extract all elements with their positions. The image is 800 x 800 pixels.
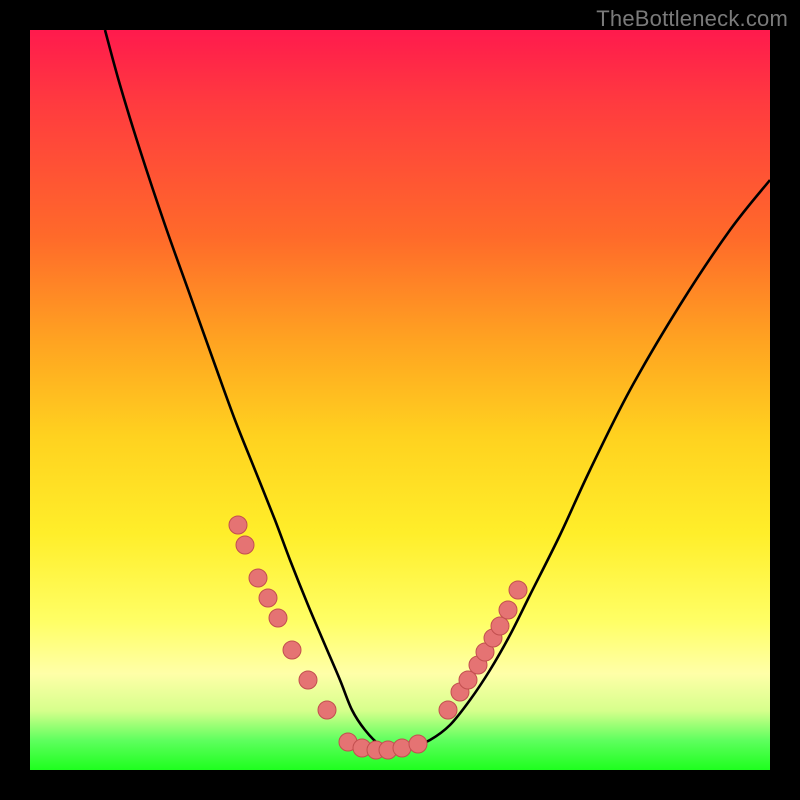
bottleneck-curve bbox=[105, 30, 770, 750]
plot-area bbox=[30, 30, 770, 770]
outer-frame: TheBottleneck.com bbox=[0, 0, 800, 800]
highlight-dot bbox=[236, 536, 254, 554]
highlight-dot bbox=[409, 735, 427, 753]
highlight-dot bbox=[491, 617, 509, 635]
highlight-dot bbox=[393, 739, 411, 757]
highlight-dot bbox=[299, 671, 317, 689]
highlight-dots bbox=[229, 516, 527, 759]
highlight-dot bbox=[509, 581, 527, 599]
highlight-dot bbox=[269, 609, 287, 627]
watermark-text: TheBottleneck.com bbox=[596, 6, 788, 32]
highlight-dot bbox=[249, 569, 267, 587]
highlight-dot bbox=[229, 516, 247, 534]
highlight-dot bbox=[318, 701, 336, 719]
chart-svg bbox=[30, 30, 770, 770]
highlight-dot bbox=[439, 701, 457, 719]
highlight-dot bbox=[499, 601, 517, 619]
highlight-dot bbox=[259, 589, 277, 607]
highlight-dot bbox=[283, 641, 301, 659]
